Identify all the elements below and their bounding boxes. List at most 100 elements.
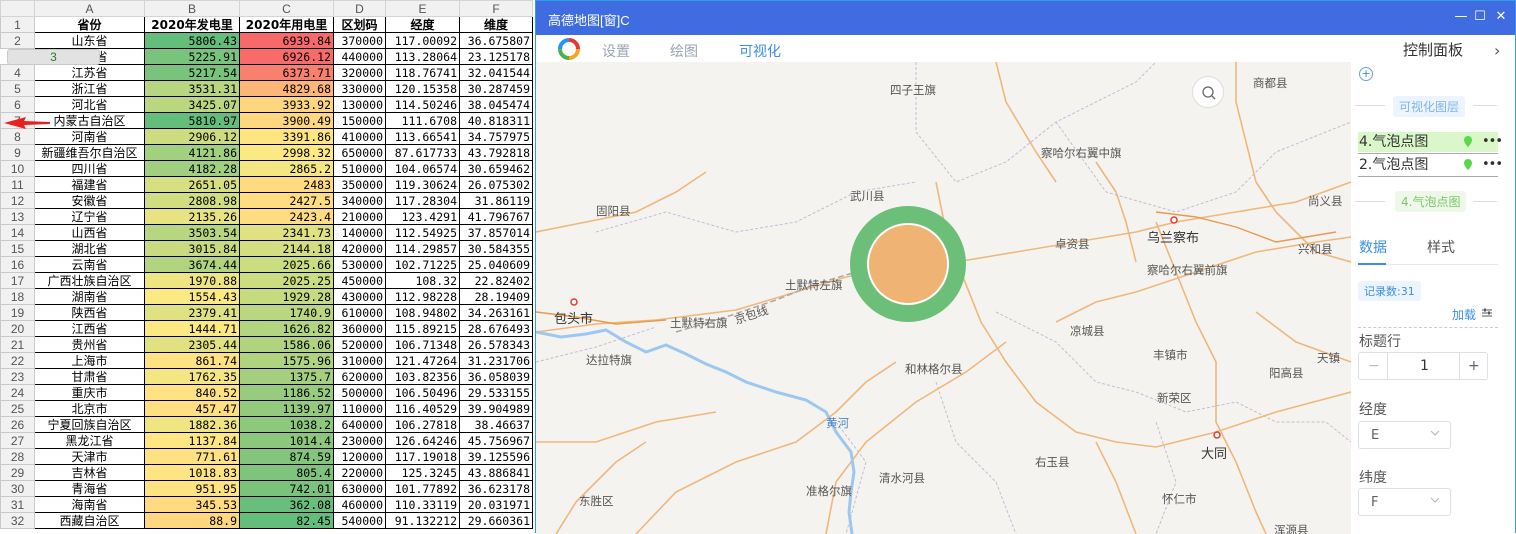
header-row-stepper[interactable]: − 1 + bbox=[1358, 352, 1488, 380]
tab-data[interactable]: 数据 bbox=[1359, 237, 1387, 257]
generation-cell[interactable]: 5225.91 bbox=[144, 48, 240, 65]
region-code-cell[interactable]: 330000 bbox=[333, 80, 386, 97]
province-cell[interactable]: 安徽省 bbox=[34, 192, 145, 209]
row-header[interactable]: 18 bbox=[0, 288, 35, 305]
longitude-cell[interactable]: 106.50496 bbox=[385, 384, 460, 401]
generation-cell[interactable]: 1444.71 bbox=[144, 320, 240, 337]
consumption-cell[interactable]: 2865.2 bbox=[239, 160, 334, 177]
row-header[interactable]: 13 bbox=[0, 208, 35, 225]
table-row[interactable]: 2 山东省 5806.43 6939.84 370000 117.00092 36.6758… bbox=[0, 32, 533, 49]
region-code-cell[interactable]: 450000 bbox=[333, 272, 386, 289]
table-row[interactable]: 13 辽宁省 2135.26 2423.4 210000 123.4291 41.79676… bbox=[0, 208, 533, 225]
region-code-cell[interactable]: 460000 bbox=[333, 496, 386, 513]
row-header[interactable]: 29 bbox=[0, 464, 35, 481]
province-cell[interactable]: 北京市 bbox=[34, 400, 145, 417]
longitude-cell[interactable]: 120.15358 bbox=[385, 80, 460, 97]
latitude-select[interactable]: F bbox=[1358, 488, 1451, 516]
row-header[interactable]: 12 bbox=[0, 192, 35, 209]
consumption-cell[interactable]: 2144.18 bbox=[239, 240, 334, 257]
header-cell[interactable]: 省份 bbox=[34, 16, 145, 33]
region-code-cell[interactable]: 320000 bbox=[333, 64, 386, 81]
consumption-cell[interactable]: 1375.7 bbox=[239, 368, 334, 385]
header-cell[interactable]: 2020年发电里 bbox=[144, 16, 240, 33]
load-link[interactable]: 加载 bbox=[1452, 306, 1476, 323]
region-code-cell[interactable]: 410000 bbox=[333, 128, 386, 145]
header-row-value[interactable]: 1 bbox=[1420, 358, 1429, 374]
generation-cell[interactable]: 861.74 bbox=[144, 352, 240, 369]
latitude-cell[interactable]: 43.792818 bbox=[459, 144, 533, 161]
region-code-cell[interactable]: 630000 bbox=[333, 480, 386, 497]
longitude-cell[interactable]: 125.3245 bbox=[385, 464, 460, 481]
row-header[interactable]: 28 bbox=[0, 448, 35, 465]
generation-cell[interactable]: 1970.88 bbox=[144, 272, 240, 289]
column-header[interactable]: A bbox=[34, 0, 145, 17]
latitude-cell[interactable]: 23.125178 bbox=[459, 48, 533, 65]
row-header[interactable]: 2 bbox=[0, 32, 35, 49]
region-code-cell[interactable]: 230000 bbox=[333, 432, 386, 449]
longitude-cell[interactable]: 87.617733 bbox=[385, 144, 460, 161]
region-code-cell[interactable]: 140000 bbox=[333, 224, 386, 241]
latitude-cell[interactable]: 28.19409 bbox=[459, 288, 533, 305]
region-code-cell[interactable]: 220000 bbox=[333, 464, 386, 481]
latitude-cell[interactable]: 31.231706 bbox=[459, 352, 533, 369]
row-header[interactable]: 20 bbox=[0, 320, 35, 337]
latitude-cell[interactable]: 39.904989 bbox=[459, 400, 533, 417]
latitude-cell[interactable]: 45.756967 bbox=[459, 432, 533, 449]
longitude-cell[interactable]: 106.71348 bbox=[385, 336, 460, 353]
consumption-cell[interactable]: 6939.84 bbox=[239, 32, 334, 49]
region-code-cell[interactable]: 650000 bbox=[333, 144, 386, 161]
table-row[interactable]: 5 浙江省 3531.31 4829.68 330000 120.15358 30.2874… bbox=[0, 80, 533, 97]
row-header[interactable]: 32 bbox=[0, 512, 35, 529]
province-cell[interactable]: 江苏省 bbox=[34, 64, 145, 81]
province-cell[interactable]: 吉林省 bbox=[34, 464, 145, 481]
row-header[interactable]: 27 bbox=[0, 432, 35, 449]
province-cell[interactable]: 四川省 bbox=[34, 160, 145, 177]
province-cell[interactable]: 上海市 bbox=[34, 352, 145, 369]
table-row[interactable]: 15 湖北省 3015.84 2144.18 420000 114.29857 30.584… bbox=[0, 240, 533, 257]
table-row[interactable]: 17 广西壮族自治区 1970.88 2025.25 450000 108.32 22.82… bbox=[0, 272, 533, 289]
generation-cell[interactable]: 2651.05 bbox=[144, 176, 240, 193]
row-header[interactable]: 23 bbox=[0, 368, 35, 385]
province-cell[interactable]: 江西省 bbox=[34, 320, 145, 337]
region-code-cell[interactable]: 120000 bbox=[333, 448, 386, 465]
generation-cell[interactable]: 2906.12 bbox=[144, 128, 240, 145]
generation-cell[interactable]: 2305.44 bbox=[144, 336, 240, 353]
latitude-cell[interactable]: 32.041544 bbox=[459, 64, 533, 81]
latitude-cell[interactable]: 36.623178 bbox=[459, 480, 533, 497]
table-row[interactable]: 32 西藏自治区 88.9 82.45 540000 91.132212 29.660361 bbox=[0, 512, 533, 529]
row-header[interactable]: 14 bbox=[0, 224, 35, 241]
row-header[interactable]: 10 bbox=[0, 160, 35, 177]
longitude-cell[interactable]: 119.30624 bbox=[385, 176, 460, 193]
data-grid[interactable]: A B C D E F 1 省份 2020年发电里 2020年用电里 区划码 经度 维度 2 山东省 5806… bbox=[0, 0, 533, 529]
table-row[interactable]: 23 甘肃省 1762.35 1375.7 620000 103.82356 36.0580… bbox=[0, 368, 533, 385]
consumption-cell[interactable]: 2423.4 bbox=[239, 208, 334, 225]
generation-cell[interactable]: 88.9 bbox=[144, 512, 240, 529]
column-header[interactable]: E bbox=[385, 0, 460, 17]
table-row[interactable]: 14 山西省 3503.54 2341.73 140000 112.54925 37.857… bbox=[0, 224, 533, 241]
province-cell[interactable]: 山西省 bbox=[34, 224, 145, 241]
latitude-cell[interactable]: 40.818311 bbox=[459, 112, 533, 129]
row-header[interactable]: 11 bbox=[0, 176, 35, 193]
table-row[interactable]: 26 宁夏回族自治区 1882.36 1038.2 640000 106.27818 38.… bbox=[0, 416, 533, 433]
generation-cell[interactable]: 2135.26 bbox=[144, 208, 240, 225]
consumption-cell[interactable]: 2025.25 bbox=[239, 272, 334, 289]
header-cell[interactable]: 2020年用电里 bbox=[239, 16, 334, 33]
table-row[interactable]: 4 江苏省 5217.54 6373.71 320000 118.76741 32.0415… bbox=[0, 64, 533, 81]
latitude-cell[interactable]: 25.040609 bbox=[459, 256, 533, 273]
menu-draw[interactable]: 绘图 bbox=[670, 41, 698, 61]
column-header[interactable]: B bbox=[144, 0, 240, 17]
region-code-cell[interactable]: 350000 bbox=[333, 176, 386, 193]
table-row[interactable]: 24 重庆市 840.52 1186.52 500000 106.50496 29.5331… bbox=[0, 384, 533, 401]
generation-cell[interactable]: 2808.98 bbox=[144, 192, 240, 209]
column-header[interactable]: D bbox=[333, 0, 386, 17]
table-row[interactable]: 25 北京市 457.47 1139.97 110000 116.40529 39.9049… bbox=[0, 400, 533, 417]
latitude-cell[interactable]: 31.86119 bbox=[459, 192, 533, 209]
province-cell[interactable]: 天津市 bbox=[34, 448, 145, 465]
consumption-cell[interactable]: 3391.86 bbox=[239, 128, 334, 145]
longitude-cell[interactable]: 102.71225 bbox=[385, 256, 460, 273]
longitude-cell[interactable]: 113.66541 bbox=[385, 128, 460, 145]
row-header[interactable]: 6 bbox=[0, 96, 35, 113]
consumption-cell[interactable]: 874.59 bbox=[239, 448, 334, 465]
consumption-cell[interactable]: 3933.92 bbox=[239, 96, 334, 113]
menu-visualize[interactable]: 可视化 bbox=[739, 41, 781, 61]
